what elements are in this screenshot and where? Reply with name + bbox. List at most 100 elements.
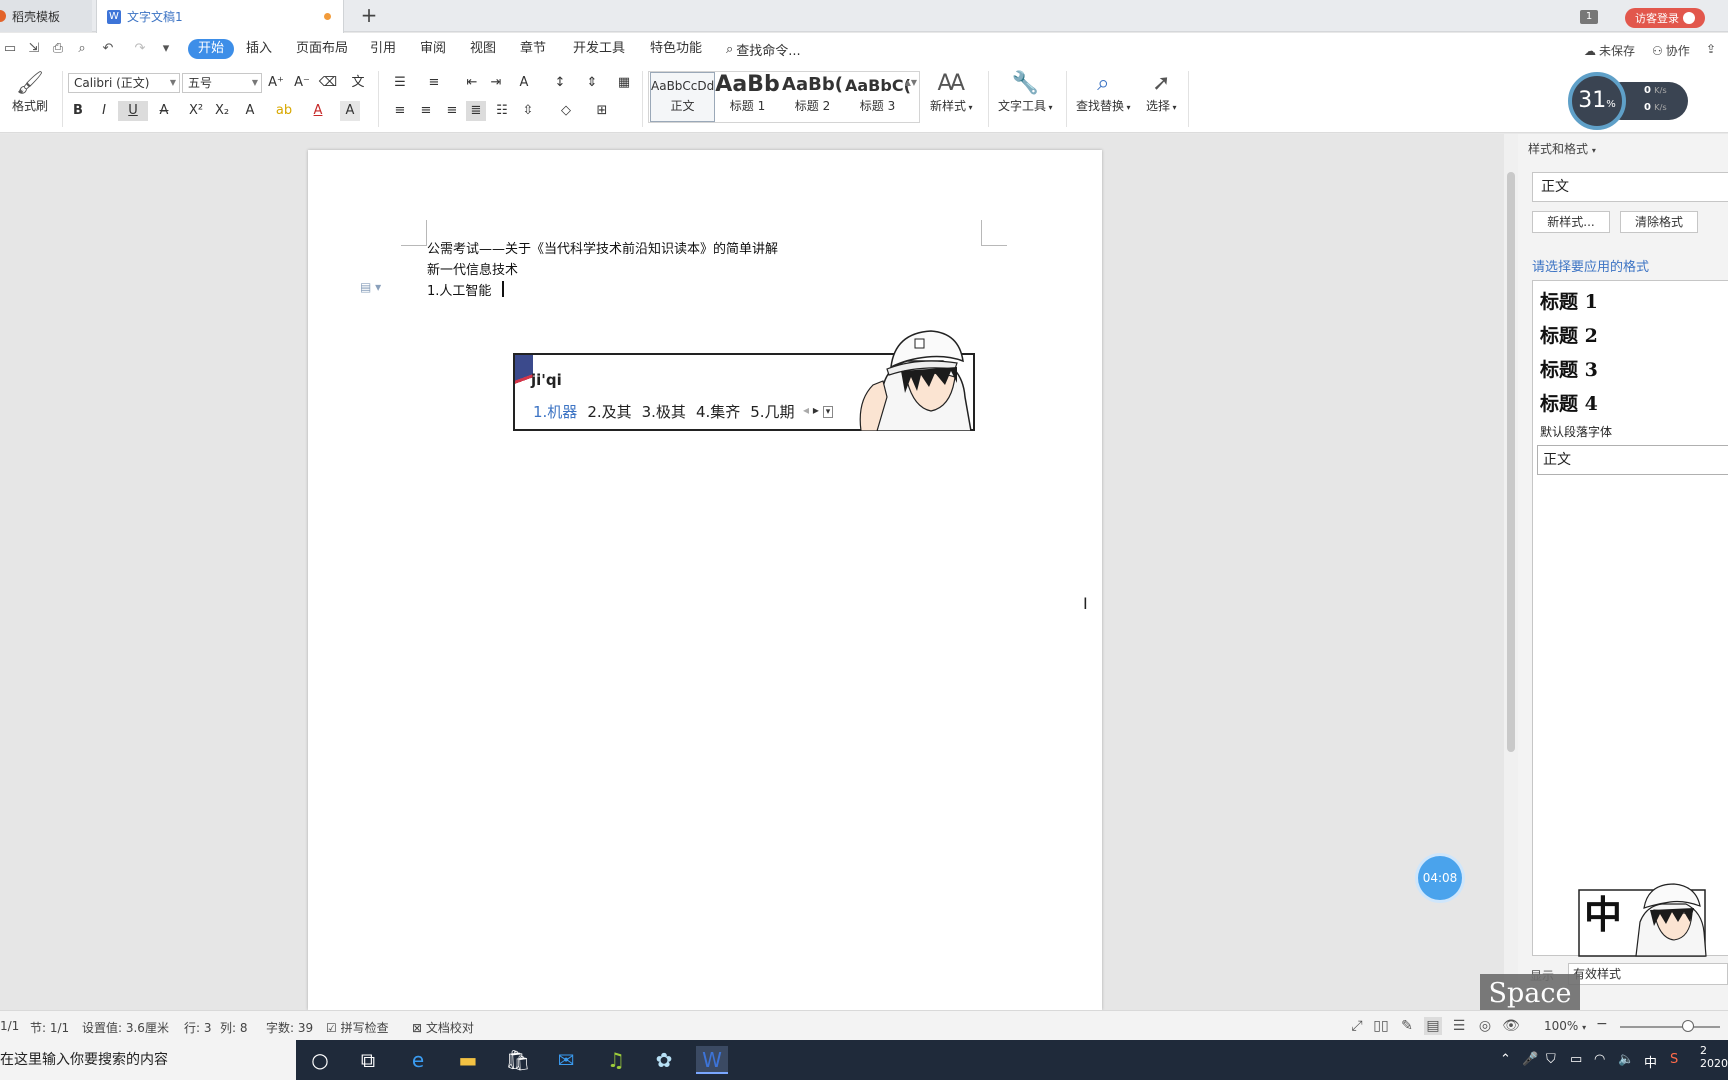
new-style-button[interactable]: Ꜳ 新样式 ▾ <box>930 71 973 114</box>
grow-font-icon[interactable]: A⁺ <box>266 73 286 93</box>
tray-expand-icon[interactable]: ⌃ <box>1500 1052 1511 1067</box>
align-left-icon[interactable]: ≡ <box>390 101 410 121</box>
table-icon[interactable]: ▦ <box>614 73 634 93</box>
decrease-indent-icon[interactable]: ⇤ <box>462 73 482 93</box>
ime-candidate[interactable]: 2.及其 <box>587 401 631 422</box>
guest-login-button[interactable]: 访客登录 <box>1625 8 1705 28</box>
edge-browser-icon[interactable]: e <box>402 1046 434 1074</box>
align-center-icon[interactable]: ≡ <box>416 101 436 121</box>
phonetic-guide-icon[interactable]: 文 <box>348 73 368 93</box>
ime-prev-page-icon[interactable]: ◂ <box>803 403 809 417</box>
zoom-out-icon[interactable]: − <box>1596 1016 1608 1032</box>
menu-special[interactable]: 特色功能 <box>650 40 702 58</box>
text-effect-icon[interactable]: A <box>240 101 260 121</box>
menu-developer[interactable]: 开发工具 <box>573 40 625 58</box>
style-heading1[interactable]: AaBb 标题 1 <box>715 72 780 122</box>
outline-view-icon[interactable]: ☰ <box>1450 1017 1468 1035</box>
menu-chapter[interactable]: 章节 <box>520 40 546 58</box>
proofread-button[interactable]: ⊠ 文档校对 <box>412 1019 474 1036</box>
clear-format-button[interactable]: 清除格式 <box>1620 211 1698 233</box>
current-style-field[interactable]: 正文 <box>1532 172 1728 202</box>
page-view-icon[interactable]: ▤ <box>1424 1017 1442 1035</box>
status-section[interactable]: 节: 1/1 <box>30 1019 69 1036</box>
numbered-list-icon[interactable]: ≡ <box>424 73 444 93</box>
window-count-badge[interactable]: 1 <box>1580 10 1598 24</box>
select-button[interactable]: ➚ 选择 ▾ <box>1146 71 1177 114</box>
document-page[interactable]: 公需考试——关于《当代科学技术前沿知识读本》的简单讲解 新一代信息技术 1.人工… <box>308 150 1102 1010</box>
ime-candidate[interactable]: 3.极其 <box>642 401 686 422</box>
redo-icon[interactable]: ↷ <box>132 41 148 57</box>
document-vertical-scrollbar[interactable] <box>1504 134 1518 1010</box>
document-canvas[interactable]: 公需考试——关于《当代科学技术前沿知识读本》的简单讲解 新一代信息技术 1.人工… <box>0 134 1508 1010</box>
shading-icon[interactable]: ◇ <box>556 101 576 121</box>
styles-panel-title[interactable]: 样式和格式 ▾ <box>1528 140 1596 157</box>
sort-icon[interactable]: ↕ <box>550 73 570 93</box>
menu-view[interactable]: 视图 <box>470 40 496 58</box>
eye-protect-icon[interactable]: 👁 <box>1502 1017 1520 1035</box>
italic-icon[interactable]: I <box>94 101 114 121</box>
justify-icon[interactable]: ≣ <box>466 101 486 121</box>
style-list-heading4[interactable]: 标题 4 <box>1540 389 1598 416</box>
bullet-list-icon[interactable]: ☰ <box>390 73 410 93</box>
pinwheel-app-icon[interactable]: ✿ <box>648 1046 680 1074</box>
volume-icon[interactable]: 🔈 <box>1618 1052 1634 1067</box>
menu-page-layout[interactable]: 页面布局 <box>296 40 348 58</box>
menu-references[interactable]: 引用 <box>370 40 396 58</box>
ime-candidate[interactable]: 4.集齐 <box>696 401 740 422</box>
style-list-normal[interactable]: 正文 <box>1537 445 1728 475</box>
sogou-ime-icon[interactable]: S <box>1670 1052 1678 1067</box>
underline-icon[interactable]: U <box>118 101 148 121</box>
tab-daoke-templates[interactable]: 稻壳模板 <box>0 0 92 32</box>
network-speed-widget[interactable]: ↑ 0 K/s ↓ 0 K/s 31% <box>1568 72 1690 130</box>
share-button[interactable]: ⇪ <box>1706 42 1716 56</box>
file-explorer-icon[interactable]: ▬ <box>452 1046 484 1074</box>
menu-home[interactable]: 开始 <box>188 39 235 59</box>
music-app-icon[interactable]: ♫ <box>600 1046 632 1074</box>
unsaved-status[interactable]: ☁ 未保存 <box>1584 42 1635 59</box>
menu-insert[interactable]: 插入 <box>246 40 272 58</box>
microphone-icon[interactable]: 🎤 <box>1522 1052 1538 1067</box>
find-replace-button[interactable]: ⌕ 查找替换 ▾ <box>1076 71 1131 114</box>
style-heading2[interactable]: AaBb( 标题 2 <box>780 72 845 122</box>
recording-timer[interactable]: 04:08 <box>1418 856 1462 900</box>
superscript-icon[interactable]: X² <box>186 101 206 121</box>
edit-mode-icon[interactable]: ✎ <box>1398 1017 1416 1035</box>
spell-check-button[interactable]: ☑ 拼写检查 <box>326 1019 389 1036</box>
font-size-select[interactable]: 五号 ▼ <box>182 73 262 93</box>
store-icon[interactable]: 🛍 <box>502 1046 534 1074</box>
subscript-icon[interactable]: X₂ <box>212 101 232 121</box>
status-setting[interactable]: 设置值: 3.6厘米 <box>82 1019 169 1036</box>
print-icon[interactable]: ⎙ <box>50 41 66 57</box>
style-normal[interactable]: AaBbCcDd 正文 <box>650 72 715 122</box>
ime-next-page-icon[interactable]: ▸ <box>813 403 819 417</box>
paragraph-marker-icon[interactable]: ▤ ▾ <box>360 280 381 294</box>
style-heading3[interactable]: AaBbC( 标题 3 <box>845 72 910 122</box>
zoom-level[interactable]: 100% ▾ <box>1544 1019 1586 1033</box>
distributed-icon[interactable]: ☷ <box>492 101 512 121</box>
char-shading-icon[interactable]: A <box>340 101 360 121</box>
status-page[interactable]: 1/1 <box>0 1019 19 1033</box>
reading-mode-icon[interactable]: ▯▯ <box>1372 1017 1390 1035</box>
customize-toolbar-icon[interactable]: ▾ <box>158 41 174 57</box>
save-icon[interactable]: ▭ <box>2 41 18 57</box>
wifi-icon[interactable]: ◠ <box>1594 1052 1605 1067</box>
clock[interactable]: 2 2020 <box>1700 1044 1728 1070</box>
status-words[interactable]: 字数: 39 <box>266 1019 313 1036</box>
style-list-heading3[interactable]: 标题 3 <box>1540 355 1598 382</box>
wps-writer-taskbar-icon[interactable]: W <box>696 1046 728 1074</box>
borders-icon[interactable]: ⊞ <box>592 101 612 121</box>
print-preview-icon[interactable]: ⌕ <box>74 41 90 57</box>
text-direction-icon[interactable]: A <box>514 73 534 93</box>
doc-line-1[interactable]: 公需考试——关于《当代科学技术前沿知识读本》的简单讲解 <box>427 238 778 257</box>
security-shield-icon[interactable]: ⛉ <box>1546 1052 1556 1067</box>
command-search[interactable]: ⌕ 查找命令... <box>726 40 801 59</box>
clear-format-icon[interactable]: ⌫ <box>318 73 338 93</box>
align-right-icon[interactable]: ≡ <box>442 101 462 121</box>
format-painter-button[interactable]: 🖌 格式刷 <box>12 71 48 114</box>
new-style-panel-button[interactable]: 新样式... <box>1532 211 1610 233</box>
shrink-font-icon[interactable]: A⁻ <box>292 73 312 93</box>
task-view-icon[interactable]: ⧉ <box>352 1046 384 1074</box>
web-view-icon[interactable]: ◎ <box>1476 1017 1494 1035</box>
cortana-icon[interactable]: ○ <box>304 1046 336 1074</box>
undo-icon[interactable]: ↶ <box>100 41 116 57</box>
